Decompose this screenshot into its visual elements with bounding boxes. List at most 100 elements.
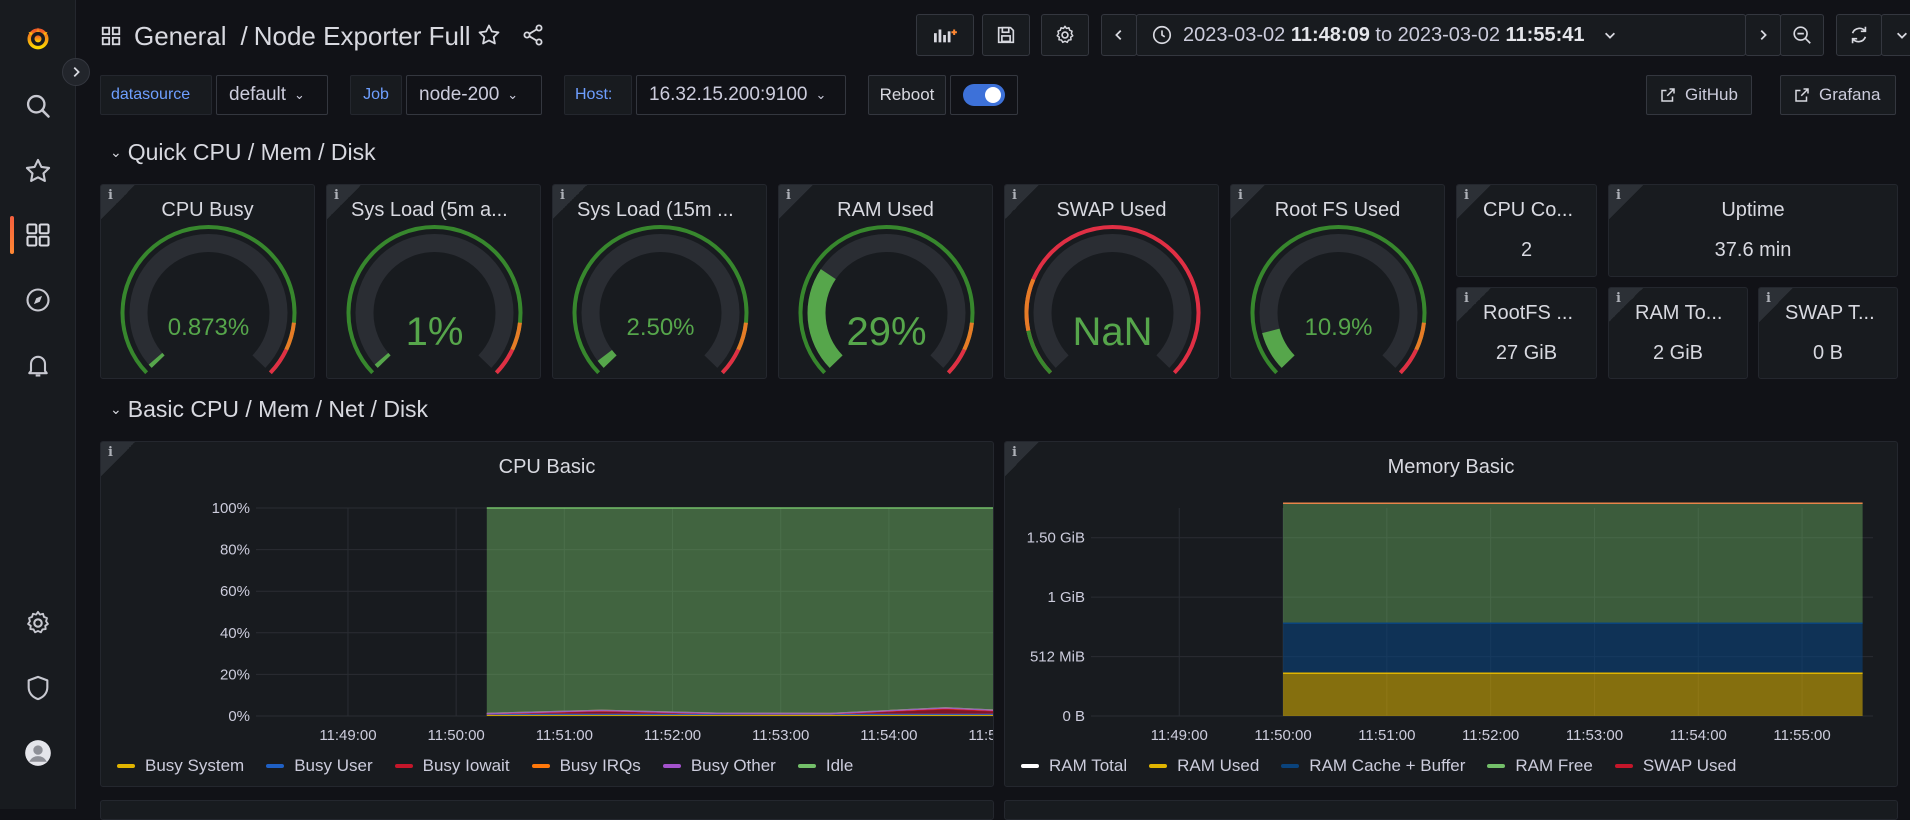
panel-cpu-cores[interactable]: i CPU Co... 2 [1456, 184, 1597, 277]
time-range-back-button[interactable] [1101, 14, 1137, 56]
panel-rootfs-total[interactable]: i RootFS ... 27 GiB [1456, 287, 1597, 379]
y-tick-label: 1 GiB [1047, 589, 1085, 606]
y-tick-label: 20% [220, 666, 250, 683]
host-variable-select[interactable]: 16.32.15.200:9100 ⌄ [636, 75, 846, 115]
legend-label: RAM Cache + Buffer [1309, 756, 1466, 775]
legend-item[interactable]: RAM Cache + Buffer [1281, 756, 1465, 776]
time-range-forward-button[interactable] [1745, 14, 1781, 56]
panel-sys-load-5m[interactable]: i Sys Load (5m a... 1% [326, 184, 541, 379]
legend-swatch [531, 764, 550, 768]
breadcrumb-folder[interactable]: General [134, 21, 227, 52]
y-tick-label: 0 B [1062, 708, 1085, 725]
reboot-toggle-label: Reboot [868, 75, 946, 115]
row-basic-cpu-mem-net-disk[interactable]: ⌄ Basic CPU / Mem / Net / Disk [110, 393, 428, 425]
job-variable-select[interactable]: node-200 ⌄ [406, 75, 542, 115]
legend-item[interactable]: Busy IRQs [531, 756, 641, 776]
panel-ram-used[interactable]: i RAM Used 29% [778, 184, 993, 379]
datasource-variable-select[interactable]: default ⌄ [216, 75, 328, 115]
row-quick-cpu-mem-disk[interactable]: ⌄ Quick CPU / Mem / Disk [110, 136, 376, 168]
panel-memory-basic[interactable]: i Memory Basic 1.50 GiB 1 GiB 512 MiB 0 B 11… [1004, 441, 1898, 787]
host-variable-label: Host: [564, 75, 632, 115]
dashboard-settings-button[interactable] [1041, 14, 1089, 56]
legend-swatch [266, 764, 285, 768]
add-panel-button[interactable] [916, 14, 974, 56]
panel-cpu-basic[interactable]: i CPU Basic 100% 80% 60% 40% 20% 0% 11:49:00 11… [100, 441, 994, 787]
y-tick-label: 80% [220, 542, 250, 559]
alerting-icon[interactable] [0, 341, 76, 389]
grafana-link[interactable]: Grafana [1780, 75, 1896, 115]
x-tick-label: 11:51:00 [536, 727, 593, 744]
legend-swatch [1149, 764, 1168, 768]
panel-uptime[interactable]: i Uptime 37.6 min [1608, 184, 1898, 277]
gauge-value-text: 2.50% [626, 314, 694, 341]
legend-item[interactable]: Idle [797, 756, 853, 776]
x-tick-label: 11:53:00 [1566, 727, 1623, 744]
x-tick-label: 11:49:00 [319, 727, 376, 744]
configuration-icon[interactable] [0, 599, 76, 647]
legend-item[interactable]: RAM Total [1021, 756, 1127, 776]
share-dashboard-button[interactable] [512, 14, 554, 56]
legend-swatch [662, 764, 681, 768]
job-variable-label: Job [350, 75, 402, 115]
legend-item[interactable]: Busy Other [662, 756, 776, 776]
panel-ram-total[interactable]: i RAM To... 2 GiB [1608, 287, 1748, 379]
chevron-down-icon: ⌄ [110, 400, 122, 417]
grafana-logo-icon[interactable] [0, 14, 76, 62]
legend-item[interactable]: Busy Iowait [394, 756, 510, 776]
legend-item[interactable]: SWAP Used [1614, 756, 1736, 776]
panel-swap-total[interactable]: i SWAP T... 0 B [1758, 287, 1898, 379]
legend-item[interactable]: Busy System [117, 756, 244, 776]
legend-item[interactable]: RAM Free [1487, 756, 1593, 776]
cpu-basic-chart[interactable]: 100% 80% 60% 40% 20% 0% 11:49:00 11:50:00 11:51:… [101, 442, 994, 787]
panel-title: SWAP T... [1785, 301, 1875, 324]
panel-title: RAM To... [1635, 301, 1723, 324]
panel-sys-load-15m[interactable]: i Sys Load (15m ... 2.50% [552, 184, 767, 379]
gauge-value-text: NaN [1072, 310, 1152, 354]
x-tick-label: 11:54:00 [860, 727, 917, 744]
starred-icon[interactable] [0, 147, 76, 195]
reboot-toggle[interactable] [950, 75, 1018, 115]
refresh-dashboard-button[interactable] [1836, 14, 1882, 56]
panel-cpu-busy[interactable]: i CPU Busy 0.873% [100, 184, 315, 379]
refresh-interval-picker[interactable] [1881, 14, 1910, 56]
github-link[interactable]: GitHub [1646, 75, 1752, 115]
legend-item[interactable]: Busy User [266, 756, 373, 776]
memory-basic-chart[interactable]: 1.50 GiB 1 GiB 512 MiB 0 B 11:49:00 11:50:00 1… [1005, 442, 1898, 787]
github-link-label: GitHub [1685, 85, 1738, 104]
legend-label: Busy IRQs [559, 756, 641, 775]
save-dashboard-button[interactable] [982, 14, 1030, 56]
chevron-left-icon [1115, 30, 1122, 40]
time-to-date: 2023-03-02 [1397, 23, 1500, 46]
explore-icon[interactable] [0, 276, 76, 324]
x-tick-label: 11:52:00 [644, 727, 701, 744]
zoom-out-button[interactable] [1780, 14, 1824, 56]
gauge-track [129, 234, 288, 368]
gauge-threshold-warn [962, 322, 974, 351]
time-range-picker[interactable]: 2023-03-02 11:48:09 to 2023-03-02 11:55:… [1136, 14, 1746, 56]
gauge-threshold-warn [1414, 322, 1426, 351]
y-tick-label: 60% [220, 583, 250, 600]
row-title-basic: Basic CPU / Mem / Net / Disk [127, 395, 429, 422]
search-icon[interactable] [0, 82, 76, 130]
page-title[interactable]: Node Exporter Full [254, 21, 471, 52]
chevron-down-icon: ⌄ [294, 87, 305, 102]
gauge-value-fill [374, 352, 391, 368]
gauge-threshold-warn [284, 322, 296, 351]
panel-swap-used[interactable]: i SWAP Used NaN [1004, 184, 1219, 379]
add-panel-icon [934, 29, 957, 43]
star-dashboard-button[interactable] [468, 14, 510, 56]
legend-item[interactable]: RAM Used [1149, 756, 1259, 776]
panel-root-fs-used[interactable]: i Root FS Used 10.9% [1230, 184, 1445, 379]
x-tick-label: 11:51:00 [1358, 727, 1415, 744]
sidebar-expand-button[interactable] [62, 58, 90, 86]
gauge-swap_used: NaN [1024, 225, 1201, 375]
legend-label: RAM Free [1515, 756, 1593, 775]
gauge-value-text: 0.873% [168, 314, 249, 341]
dashboards-icon[interactable] [0, 211, 76, 259]
memory-basic-legend: RAM Total RAM Used RAM Cache + Buffer RAM F… [1021, 754, 1881, 778]
server-admin-shield-icon[interactable] [0, 664, 76, 712]
user-avatar-icon[interactable] [0, 729, 76, 777]
gear-icon [1056, 25, 1074, 44]
gauge-value-text: 29% [846, 310, 926, 354]
gauge-threshold-warn [736, 322, 748, 351]
